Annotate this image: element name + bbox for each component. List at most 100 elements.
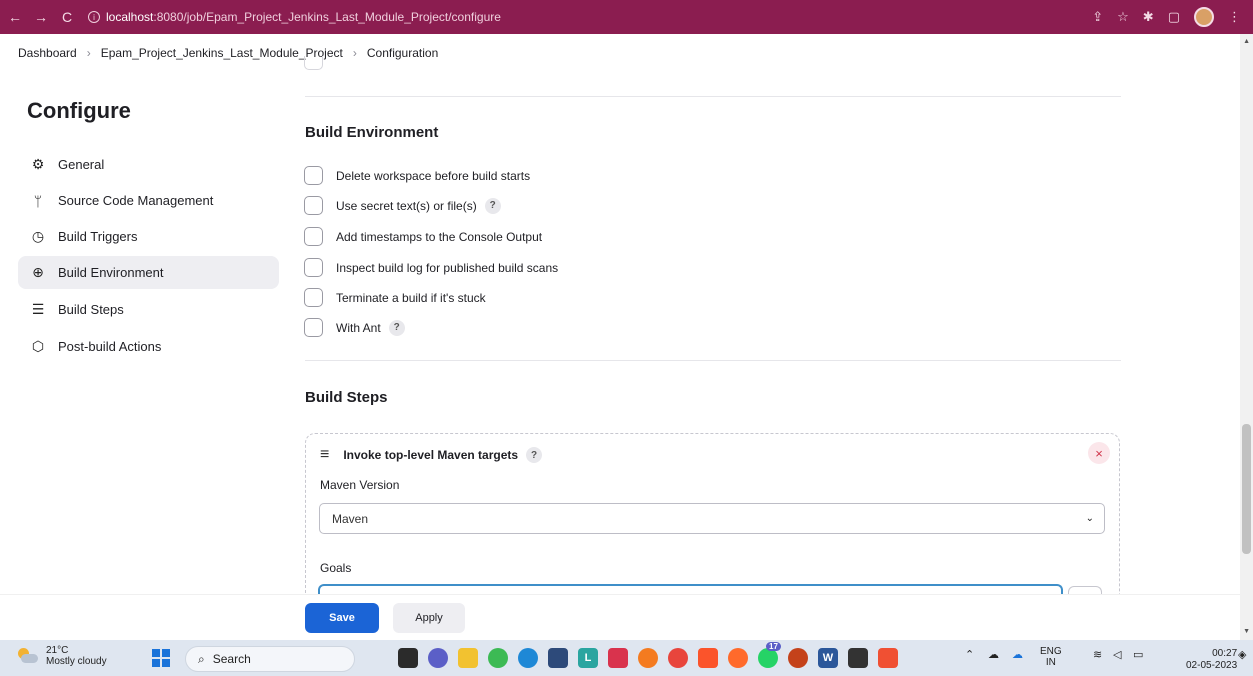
cloud-icon[interactable]: ☁ — [1012, 650, 1023, 661]
sidebar-item-label: Build Triggers — [58, 229, 138, 244]
sidebar-item-general[interactable]: ⚙ General — [18, 148, 279, 181]
breadcrumb-configuration[interactable]: Configuration — [367, 46, 438, 60]
git-icon[interactable] — [878, 648, 898, 668]
checkbox[interactable] — [304, 196, 323, 215]
task-view-icon[interactable] — [398, 648, 418, 668]
terminal-icon[interactable] — [848, 648, 868, 668]
blender-icon[interactable] — [638, 648, 658, 668]
checkbox[interactable] — [304, 227, 323, 246]
browser-toolbar: ← → C i localhost:8080/job/Epam_Project_… — [0, 0, 1253, 34]
store-icon[interactable] — [548, 648, 568, 668]
edge-icon[interactable] — [518, 648, 538, 668]
chat-icon[interactable] — [428, 648, 448, 668]
sidebar-item-build-steps[interactable]: ☰ Build Steps — [18, 293, 279, 326]
option-with-ant[interactable]: With Ant ? — [304, 318, 405, 337]
help-icon[interactable]: ? — [484, 197, 501, 214]
maven-version-label: Maven Version — [320, 478, 400, 492]
option-label: Add timestamps to the Console Output — [336, 229, 543, 244]
reload-icon[interactable]: C — [56, 6, 78, 28]
checkbox[interactable] — [304, 166, 323, 185]
goals-expand-button[interactable] — [1068, 586, 1102, 594]
powerpoint-icon[interactable] — [788, 648, 808, 668]
chevron-right-icon: › — [86, 46, 91, 60]
battery-icon[interactable]: ▭ — [1133, 650, 1143, 661]
search-icon: ⌕ — [198, 651, 205, 666]
build-step-header: ≡ Invoke top-level Maven targets ? — [320, 446, 543, 464]
clock-icon: ◷ — [31, 228, 45, 244]
divider — [305, 96, 1121, 97]
option-label: Terminate a build if it's stuck — [336, 290, 486, 305]
goals-input[interactable] — [318, 584, 1063, 594]
sidebar-item-label: Post-build Actions — [58, 339, 162, 354]
sidebar-item-post-build-actions[interactable]: ⬡ Post-build Actions — [18, 330, 279, 363]
volume-icon[interactable]: ◁ — [1113, 650, 1121, 661]
chrome-icon[interactable] — [488, 648, 508, 668]
breadcrumb: Dashboard › Epam_Project_Jenkins_Last_Mo… — [0, 34, 1240, 72]
list-icon: ☰ — [31, 301, 45, 317]
sidebar-item-build-environment[interactable]: ⊕ Build Environment — [18, 256, 279, 289]
share-icon[interactable]: ⇪ — [1092, 9, 1103, 25]
checkbox[interactable] — [304, 288, 323, 307]
word-icon[interactable]: W — [818, 648, 838, 668]
scroll-up-icon[interactable]: ▲ — [1243, 38, 1250, 45]
forward-icon[interactable]: → — [30, 6, 52, 28]
sidebar-item-source-code-management[interactable]: ᛘ Source Code Management — [18, 184, 279, 217]
file-explorer-icon[interactable] — [458, 648, 478, 668]
windows-start-icon[interactable] — [152, 649, 170, 667]
menu-icon[interactable]: ⋮ — [1228, 9, 1241, 25]
pocket-icon[interactable] — [608, 648, 628, 668]
option-timestamps[interactable]: Add timestamps to the Console Output — [304, 227, 542, 246]
goals-label: Goals — [320, 561, 352, 575]
back-icon[interactable]: ← — [4, 6, 26, 28]
gear-icon: ⚙ — [31, 156, 45, 172]
sidebar-item-label: Build Environment — [58, 265, 164, 280]
option-inspect-build-log[interactable]: Inspect build log for published build sc… — [304, 258, 558, 277]
profile-avatar[interactable] — [1194, 7, 1214, 27]
address-bar[interactable]: i localhost:8080/job/Epam_Project_Jenkin… — [88, 6, 501, 28]
brave-icon[interactable] — [698, 648, 718, 668]
option-delete-workspace[interactable]: Delete workspace before build starts — [304, 166, 530, 185]
taskbar-search[interactable]: ⌕ Search — [185, 646, 355, 672]
option-label: Use secret text(s) or file(s) — [336, 198, 477, 213]
save-button[interactable]: Save — [305, 603, 379, 633]
branch-icon: ᛘ — [33, 192, 43, 209]
search-label: Search — [212, 652, 251, 666]
scrollbar-thumb[interactable] — [1242, 424, 1251, 554]
checkbox[interactable] — [304, 318, 323, 337]
info-icon[interactable]: i — [88, 11, 100, 23]
help-icon[interactable]: ? — [388, 319, 405, 336]
sidepanel-icon[interactable]: ▢ — [1168, 9, 1180, 25]
apply-button[interactable]: Apply — [393, 603, 465, 633]
checkbox[interactable] — [304, 258, 323, 277]
section-title-build-steps: Build Steps — [305, 389, 388, 406]
clock-time: 00:27 — [1212, 648, 1238, 659]
firefox-icon[interactable] — [728, 648, 748, 668]
sidebar-item-build-triggers[interactable]: ◷ Build Triggers — [18, 220, 279, 253]
onedrive-icon[interactable]: ☁ — [988, 650, 999, 661]
option-secret-text[interactable]: Use secret text(s) or file(s) ? — [304, 196, 501, 215]
weather-widget[interactable]: 21°C Mostly cloudy — [16, 645, 107, 667]
system-clock[interactable]: 00:27 02-05-2023 — [1186, 648, 1237, 672]
app-record-icon[interactable] — [668, 648, 688, 668]
tray-chevron-icon[interactable]: ⌃ — [965, 650, 974, 661]
option-label: Inspect build log for published build sc… — [336, 260, 559, 275]
delete-step-button[interactable]: × — [1088, 442, 1110, 464]
drag-handle-icon[interactable]: ≡ — [320, 446, 329, 464]
whatsapp-icon[interactable]: 17 — [758, 642, 781, 668]
checkbox-partial[interactable] — [304, 56, 323, 70]
extensions-icon[interactable]: ✱ — [1143, 9, 1154, 25]
app-l-icon[interactable]: L — [578, 648, 598, 668]
scroll-down-icon[interactable]: ▼ — [1243, 628, 1250, 635]
wifi-icon[interactable]: ≋ — [1093, 650, 1102, 661]
clock-date: 02-05-2023 — [1186, 660, 1238, 671]
option-terminate-stuck[interactable]: Terminate a build if it's stuck — [304, 288, 486, 307]
page-title: Configure — [27, 98, 131, 123]
help-icon[interactable]: ? — [526, 447, 543, 463]
maven-version-select[interactable]: Maven ⌄ — [319, 503, 1105, 534]
language-indicator[interactable]: ENG IN — [1040, 646, 1062, 668]
bookmark-star-icon[interactable]: ☆ — [1117, 9, 1129, 25]
weather-icon — [16, 648, 38, 664]
notifications-icon[interactable]: ◈ — [1238, 650, 1246, 661]
notification-badge: 17 — [766, 642, 781, 651]
breadcrumb-dashboard[interactable]: Dashboard — [18, 46, 77, 60]
